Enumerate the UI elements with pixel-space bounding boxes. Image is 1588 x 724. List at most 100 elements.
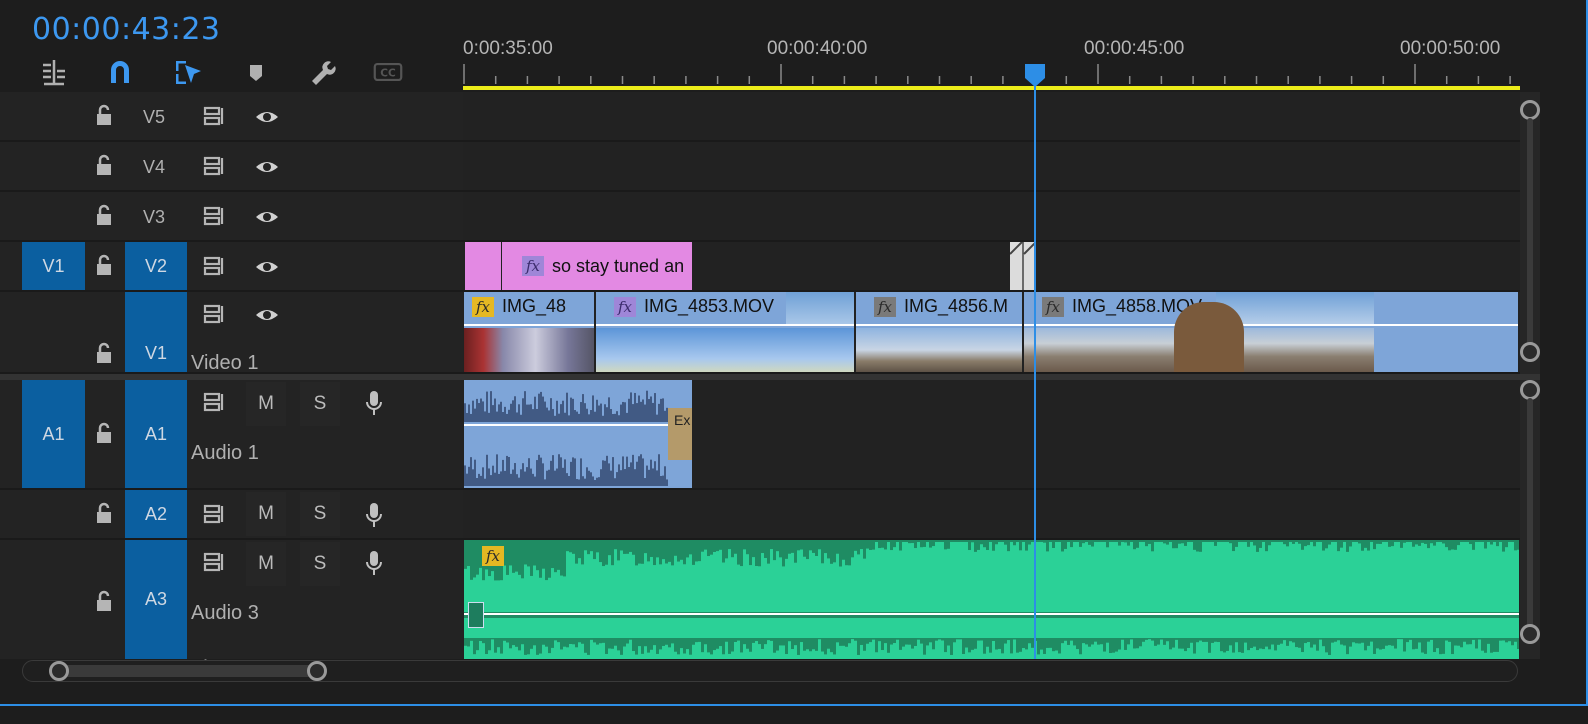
zoom-handle-right[interactable] (307, 661, 327, 681)
track-header-a2[interactable]: A2 M S (0, 490, 463, 540)
timeline-ruler[interactable] (463, 62, 1520, 86)
sync-lock-icon[interactable] (198, 250, 232, 284)
eye-icon[interactable] (250, 298, 284, 332)
track-lane-v4[interactable] (463, 142, 1520, 192)
wrench-icon[interactable] (304, 54, 340, 90)
ruler-label-50s: 00:00:50:00 (1400, 38, 1501, 59)
lock-icon[interactable] (87, 248, 121, 282)
scroll-thumb[interactable] (1527, 398, 1533, 628)
sync-lock-icon[interactable] (198, 150, 232, 184)
track-header-v3[interactable]: V3 (0, 192, 463, 242)
opacity-line[interactable] (856, 324, 1022, 326)
solo-button[interactable]: S (300, 492, 340, 536)
horizontal-zoom-scrollbar[interactable] (22, 660, 1518, 682)
source-patch-a1[interactable]: A1 (22, 380, 85, 488)
video-clip-img48[interactable]: fx IMG_48 (464, 292, 594, 372)
scroll-knob-bottom[interactable] (1520, 624, 1540, 644)
eye-icon[interactable] (250, 150, 284, 184)
scroll-thumb[interactable] (1527, 118, 1533, 350)
sync-lock-icon[interactable] (198, 386, 232, 420)
track-name-audio-1: Audio 1 (191, 442, 259, 464)
opacity-line[interactable] (596, 324, 854, 326)
volume-line[interactable] (464, 613, 1519, 615)
solo-button[interactable]: S (300, 542, 340, 586)
sync-lock-icon[interactable] (198, 200, 232, 234)
playhead-line[interactable] (1034, 84, 1036, 659)
video-vertical-scrollbar[interactable] (1520, 92, 1540, 374)
lock-icon[interactable] (87, 336, 121, 370)
eye-icon[interactable] (250, 200, 284, 234)
video-clip-img4858[interactable]: fx IMG_4858.MOV (1024, 292, 1518, 372)
mute-button[interactable]: M (246, 382, 286, 426)
track-expand-controls[interactable]: ︿ (200, 650, 360, 665)
sync-lock-icon[interactable] (198, 298, 232, 332)
lock-icon[interactable] (87, 496, 121, 530)
audio-clip-a1[interactable]: Ex (464, 380, 692, 488)
add-marker-icon[interactable] (238, 54, 274, 90)
playhead-timecode[interactable]: 00:00:43:23 (32, 12, 221, 47)
audio-vertical-scrollbar[interactable] (1520, 380, 1540, 659)
scroll-knob-top[interactable] (1520, 100, 1540, 120)
eye-icon[interactable] (250, 250, 284, 284)
source-patch-v1[interactable]: V1 (22, 242, 85, 290)
track-label-v5: V5 (143, 107, 166, 127)
audio-transition[interactable]: Ex (668, 408, 692, 460)
video-clip-img4853[interactable]: fx IMG_4853.MOV (596, 292, 854, 372)
opacity-line[interactable] (464, 324, 594, 326)
microphone-icon[interactable] (357, 498, 391, 532)
track-lane-v5[interactable] (463, 92, 1520, 142)
sync-lock-icon[interactable] (198, 100, 232, 134)
zoom-scroll-thumb[interactable] (59, 665, 319, 677)
fx-badge-icon: fx (1042, 296, 1064, 317)
sync-lock-icon[interactable] (198, 498, 232, 532)
lock-icon[interactable] (87, 584, 121, 618)
track-header-a1[interactable]: A1 A1 M S Audio 1 (0, 380, 463, 490)
track-header-v5[interactable]: V5 (0, 92, 463, 142)
track-name-video-1: Video 1 (191, 352, 259, 374)
track-header-v1[interactable]: V1 Video 1 (0, 292, 463, 374)
lock-icon[interactable] (87, 98, 121, 132)
fx-badge-icon: fx (874, 296, 896, 317)
lock-icon[interactable] (87, 416, 121, 450)
volume-line[interactable] (464, 424, 692, 426)
music-clip-a3[interactable]: fx (464, 540, 1519, 659)
zoom-handle-left[interactable] (49, 661, 69, 681)
ruler-label-45s: 00:00:45:00 (1084, 38, 1185, 59)
track-target-v1[interactable]: V1 (125, 292, 187, 372)
track-target-a1[interactable]: A1 (125, 380, 187, 488)
clip-thumbnail (856, 328, 1022, 372)
transition-clip[interactable] (1010, 242, 1036, 290)
track-target-a3[interactable]: A3 (125, 540, 187, 659)
track-target-v2[interactable]: V2 (125, 242, 187, 290)
snap-magnet-icon[interactable] (102, 54, 138, 90)
microphone-icon[interactable] (357, 546, 391, 580)
title-clip-prev[interactable] (465, 242, 501, 290)
fx-badge-icon: fx (522, 256, 544, 276)
insert-track-icon[interactable] (36, 54, 72, 90)
opacity-line[interactable] (1024, 324, 1518, 326)
microphone-icon[interactable] (357, 386, 391, 420)
linked-selection-icon[interactable] (170, 54, 206, 90)
title-clip[interactable]: fx so stay tuned an (502, 242, 692, 290)
solo-button[interactable]: S (300, 382, 340, 426)
work-area-bar[interactable] (463, 86, 1520, 90)
svg-text:CC: CC (380, 67, 396, 79)
clip-thumbnail (464, 328, 594, 372)
lock-icon[interactable] (87, 198, 121, 232)
scroll-knob-bottom[interactable] (1520, 342, 1540, 362)
track-header-a3[interactable]: A3 M S Audio 3 ︿ (0, 540, 463, 665)
track-lane-v3[interactable] (463, 192, 1520, 242)
track-target-a2[interactable]: A2 (125, 490, 187, 538)
mute-button[interactable]: M (246, 492, 286, 536)
track-lane-a2[interactable] (463, 490, 1520, 540)
track-header-v2[interactable]: V1 V2 (0, 242, 463, 292)
eye-icon[interactable] (250, 100, 284, 134)
captions-icon[interactable]: CC (370, 54, 406, 90)
mute-button[interactable]: M (246, 542, 286, 586)
video-clip-img4856[interactable]: fx IMG_4856.M (856, 292, 1022, 372)
track-header-v4[interactable]: V4 (0, 142, 463, 192)
sync-lock-icon[interactable] (198, 546, 232, 580)
scroll-knob-top[interactable] (1520, 380, 1540, 400)
keyframe-marker[interactable] (468, 602, 484, 628)
lock-icon[interactable] (87, 148, 121, 182)
